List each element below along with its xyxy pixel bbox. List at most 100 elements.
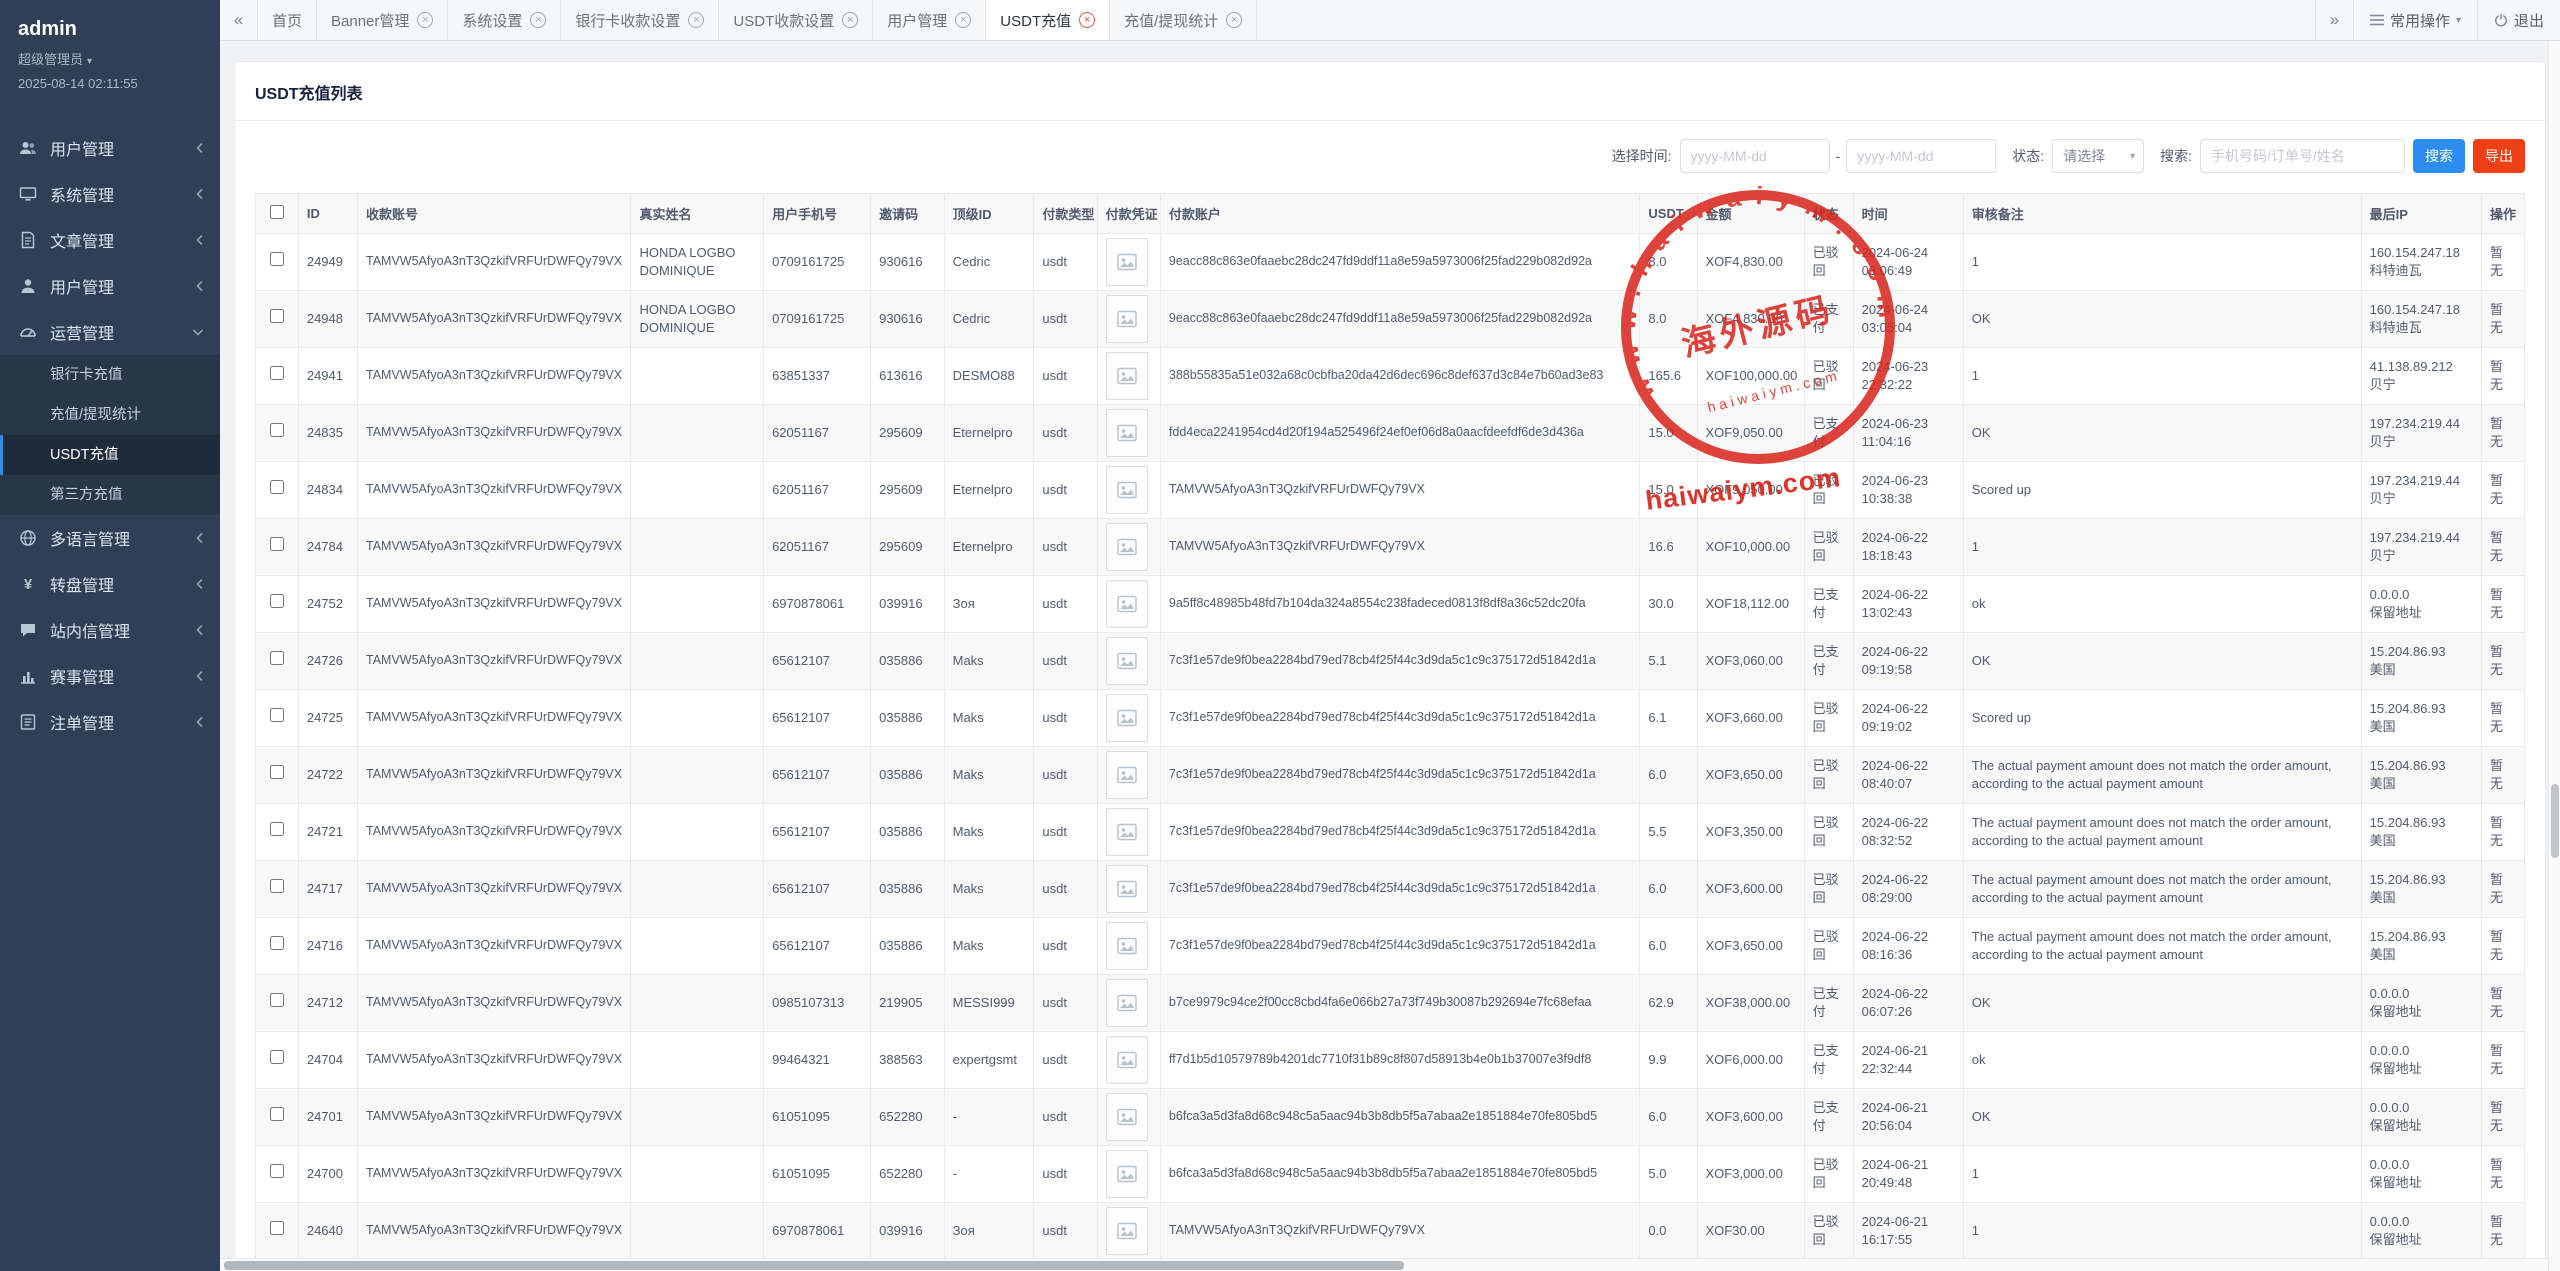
- row-checkbox[interactable]: [270, 1221, 284, 1235]
- horizontal-scrollbar-thumb[interactable]: [224, 1261, 1404, 1270]
- row-checkbox[interactable]: [270, 423, 284, 437]
- row-checkbox[interactable]: [270, 708, 284, 722]
- cell-invite-code: 388563: [871, 1032, 944, 1089]
- row-checkbox[interactable]: [270, 366, 284, 380]
- payment-voucher-thumbnail[interactable]: [1106, 466, 1148, 514]
- cell-last-ip: 0.0.0.0保留地址: [2361, 1032, 2481, 1089]
- tabs-scroll-right-button[interactable]: »: [2315, 0, 2353, 40]
- row-checkbox[interactable]: [270, 1050, 284, 1064]
- payment-voucher-thumbnail[interactable]: [1106, 580, 1148, 628]
- payment-voucher-thumbnail[interactable]: [1106, 808, 1148, 856]
- sidebar-item-wheel-mgmt[interactable]: ¥转盘管理: [0, 561, 220, 607]
- row-checkbox[interactable]: [270, 765, 284, 779]
- tab-close-icon[interactable]: ×: [417, 12, 433, 28]
- sidebar-item-message-mgmt[interactable]: 站内信管理: [0, 607, 220, 653]
- payment-voucher-thumbnail[interactable]: [1106, 751, 1148, 799]
- cell-amount: XOF4,830.00: [1697, 234, 1804, 291]
- sidebar-item-operation-mgmt[interactable]: 运营管理: [0, 309, 220, 355]
- row-checkbox[interactable]: [270, 480, 284, 494]
- tab-close-icon[interactable]: ×: [1226, 12, 1242, 28]
- row-checkbox[interactable]: [270, 936, 284, 950]
- cell-pay-type: usdt: [1034, 690, 1097, 747]
- payment-voucher-thumbnail[interactable]: [1106, 1150, 1148, 1198]
- cell-receive-account: TAMVW5AfyoA3nT3QzkifVRFUrDWFQy79VX: [358, 462, 631, 519]
- row-checkbox[interactable]: [270, 651, 284, 665]
- vertical-scrollbar: [2548, 41, 2560, 1271]
- start-date-input[interactable]: [1680, 139, 1830, 173]
- tab-close-icon[interactable]: ×: [688, 12, 704, 28]
- cell-phone: 61051095: [764, 1146, 871, 1203]
- sidebar-subitem-bank-recharge[interactable]: 银行卡充值: [0, 355, 220, 395]
- sidebar-item-member-mgmt[interactable]: 用户管理: [0, 263, 220, 309]
- search-button[interactable]: 搜索: [2413, 139, 2465, 173]
- tab-close-icon[interactable]: ×: [842, 12, 858, 28]
- vertical-scrollbar-thumb[interactable]: [2551, 784, 2559, 858]
- payment-voucher-thumbnail[interactable]: [1106, 922, 1148, 970]
- common-operations-button[interactable]: 常用操作 ▾: [2353, 0, 2477, 40]
- tab-system-settings[interactable]: 系统设置×: [448, 0, 561, 40]
- cell-pay-account: ff7d1b5d10579789b4201dc7710f31b89c8f807d…: [1160, 1032, 1640, 1089]
- tab-user-mgmt[interactable]: 用户管理×: [873, 0, 986, 40]
- status-select[interactable]: 请选择 ▾: [2052, 139, 2144, 173]
- logout-button[interactable]: 退出: [2477, 0, 2560, 40]
- row-checkbox[interactable]: [270, 1164, 284, 1178]
- row-checkbox[interactable]: [270, 879, 284, 893]
- payment-voucher-thumbnail[interactable]: [1106, 979, 1148, 1027]
- sidebar-item-system-mgmt[interactable]: 系统管理: [0, 171, 220, 217]
- row-checkbox[interactable]: [270, 309, 284, 323]
- cell-top-id: Cedric: [944, 291, 1034, 348]
- payment-voucher-thumbnail[interactable]: [1106, 352, 1148, 400]
- payment-voucher-thumbnail[interactable]: [1106, 865, 1148, 913]
- sidebar-item-article-mgmt[interactable]: 文章管理: [0, 217, 220, 263]
- tab-recharge-withdraw-stats[interactable]: 充值/提现统计×: [1110, 0, 1257, 40]
- sidebar-item-user-mgmt[interactable]: 用户管理: [0, 125, 220, 171]
- end-date-input[interactable]: [1846, 139, 1996, 173]
- payment-voucher-thumbnail[interactable]: [1106, 1036, 1148, 1084]
- search-input[interactable]: [2200, 139, 2405, 173]
- tab-bank-collection-settings[interactable]: 银行卡收款设置×: [561, 0, 719, 40]
- export-button[interactable]: 导出: [2473, 139, 2525, 173]
- sidebar: admin 超级管理员▾ 2025-08-14 02:11:55 用户管理系统管…: [0, 0, 220, 1271]
- payment-voucher-thumbnail[interactable]: [1106, 1207, 1148, 1255]
- payment-voucher-thumbnail[interactable]: [1106, 694, 1148, 742]
- row-checkbox[interactable]: [270, 822, 284, 836]
- row-checkbox[interactable]: [270, 537, 284, 551]
- payment-voucher-thumbnail[interactable]: [1106, 295, 1148, 343]
- payment-voucher-thumbnail[interactable]: [1106, 637, 1148, 685]
- cell-invite-code: 652280: [871, 1089, 944, 1146]
- cell-invite-code: 035886: [871, 918, 944, 975]
- chart-icon: [16, 666, 40, 686]
- tab-usdt-collection-settings[interactable]: USDT收款设置×: [719, 0, 873, 40]
- payment-voucher-thumbnail[interactable]: [1106, 238, 1148, 286]
- row-checkbox[interactable]: [270, 594, 284, 608]
- payment-voucher-thumbnail[interactable]: [1106, 1093, 1148, 1141]
- admin-role-dropdown[interactable]: 超级管理员▾: [18, 49, 202, 68]
- cell-amount: XOF4,830.00: [1697, 291, 1804, 348]
- sidebar-item-order-mgmt[interactable]: 注单管理: [0, 699, 220, 745]
- sidebar-item-language-mgmt[interactable]: 多语言管理: [0, 515, 220, 561]
- tab-close-icon[interactable]: ×: [955, 12, 971, 28]
- cell-usdt-amount: 6.0: [1640, 918, 1697, 975]
- sidebar-item-match-mgmt[interactable]: 赛事管理: [0, 653, 220, 699]
- row-checkbox[interactable]: [270, 993, 284, 1007]
- payment-voucher-thumbnail[interactable]: [1106, 523, 1148, 571]
- tab-close-icon[interactable]: ×: [530, 12, 546, 28]
- chevron-down-icon: ▾: [2130, 151, 2135, 162]
- cell-phone: 62051167: [764, 405, 871, 462]
- payment-voucher-thumbnail[interactable]: [1106, 409, 1148, 457]
- tab-usdt-recharge[interactable]: USDT充值×: [986, 0, 1110, 40]
- tabs-scroll-left-button[interactable]: «: [220, 0, 258, 40]
- select-all-checkbox[interactable]: [270, 205, 284, 219]
- tab-close-icon[interactable]: ×: [1079, 12, 1095, 28]
- sidebar-subitem-usdt-recharge[interactable]: USDT充值: [0, 435, 220, 475]
- sidebar-subitem-recharge-withdraw-stats[interactable]: 充值/提现统计: [0, 395, 220, 435]
- row-checkbox[interactable]: [270, 252, 284, 266]
- sidebar-subitem-third-party-recharge[interactable]: 第三方充值: [0, 475, 220, 515]
- cell-voucher: [1097, 519, 1160, 576]
- tab-home[interactable]: 首页: [258, 0, 317, 40]
- action-none: 暂无: [2490, 416, 2503, 449]
- row-checkbox[interactable]: [270, 1107, 284, 1121]
- cell-action: 暂无: [2482, 405, 2525, 462]
- cell-usdt-amount: 5.1: [1640, 633, 1697, 690]
- tab-banner-mgmt[interactable]: Banner管理×: [317, 0, 448, 40]
